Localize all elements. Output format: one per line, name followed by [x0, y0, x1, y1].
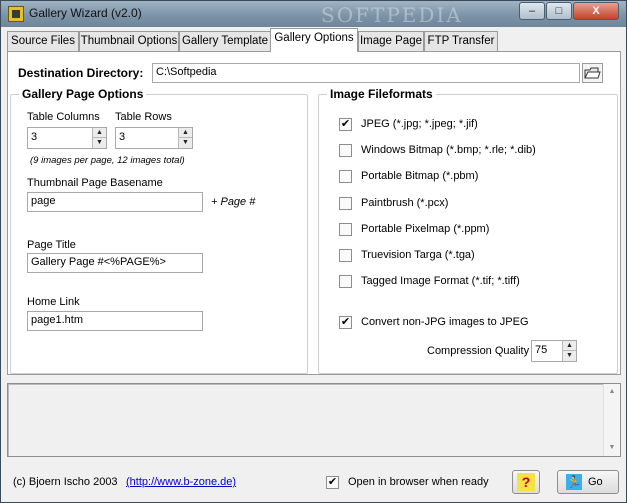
vertical-scrollbar[interactable]: ▲ ▼: [603, 384, 620, 456]
image-fileformats-group: Image Fileformats ✔ JPEG (*.jpg; *.jpeg;…: [318, 87, 618, 374]
homepage-link[interactable]: (http://www.b-zone.de): [126, 476, 236, 488]
home-link-input[interactable]: page1.htm: [27, 311, 203, 331]
images-summary: (9 images per page, 12 images total): [30, 155, 185, 166]
format-label: JPEG (*.jpg; *.jpeg; *.jif): [361, 118, 478, 130]
table-rows-label: Table Rows: [115, 111, 172, 123]
format-label: Windows Bitmap (*.bmp; *.rle; *.dib): [361, 144, 536, 156]
window-title: Gallery Wizard (v2.0): [29, 6, 142, 20]
maximize-button[interactable]: □: [546, 2, 572, 20]
gallery-page-options-group: Gallery Page Options Table Columns 3 ▲ ▼…: [10, 87, 308, 374]
watermark-text: SOFTPEDIA: [321, 3, 463, 27]
help-icon: ?: [517, 473, 535, 491]
table-columns-label: Table Columns: [27, 111, 100, 123]
table-columns-value: 3: [31, 131, 38, 143]
checkbox-box[interactable]: [339, 249, 352, 262]
tab-gallery-template[interactable]: Gallery Template: [179, 31, 271, 51]
home-link-label: Home Link: [27, 296, 80, 308]
scroll-down-icon[interactable]: ▼: [604, 440, 620, 456]
destination-input[interactable]: C:\Softpedia: [152, 63, 580, 83]
basename-input[interactable]: page: [27, 192, 203, 212]
spin-down-icon[interactable]: ▼: [563, 351, 576, 361]
compression-quality-value: 75: [535, 344, 548, 356]
running-man-icon: 🏃: [566, 474, 582, 490]
format-label: Paintbrush (*.pcx): [361, 197, 449, 209]
destination-label: Destination Directory:: [18, 66, 144, 80]
checkbox-box[interactable]: ✔: [339, 118, 352, 131]
spin-up-icon[interactable]: ▲: [563, 341, 576, 351]
checkbox-box[interactable]: ✔: [326, 476, 339, 489]
log-output-area[interactable]: ▲ ▼: [7, 383, 621, 457]
spin-up-icon[interactable]: ▲: [93, 128, 106, 138]
table-rows-value: 3: [119, 131, 126, 143]
table-rows-spinner[interactable]: 3 ▲ ▼: [115, 127, 193, 149]
checkbox-box[interactable]: [339, 197, 352, 210]
format-label: Truevision Targa (*.tga): [361, 249, 475, 261]
compression-quality-label: Compression Quality: [427, 345, 530, 357]
basename-suffix: + Page #: [211, 196, 256, 208]
basename-label: Thumbnail Page Basename: [27, 177, 163, 189]
tab-source-files[interactable]: Source Files: [7, 31, 79, 51]
checkbox-box[interactable]: ✔: [339, 316, 352, 329]
open-in-browser-label: Open in browser when ready: [348, 476, 489, 488]
table-columns-spinner[interactable]: 3 ▲ ▼: [27, 127, 107, 149]
format-label: Portable Bitmap (*.pbm): [361, 170, 479, 182]
spin-up-icon[interactable]: ▲: [179, 128, 192, 138]
page-title-input[interactable]: Gallery Page #<%PAGE%>: [27, 253, 203, 273]
go-button[interactable]: 🏃 Go: [557, 470, 619, 494]
table-columns-spin-buttons[interactable]: ▲ ▼: [92, 128, 106, 148]
tab-thumbnail-options[interactable]: Thumbnail Options: [79, 31, 179, 51]
gallery-wizard-window: Gallery Wizard (v2.0) SOFTPEDIA – □ X So…: [0, 0, 627, 503]
spin-down-icon[interactable]: ▼: [179, 138, 192, 148]
gallery-page-options-title: Gallery Page Options: [19, 87, 147, 101]
format-label: Tagged Image Format (*.tif; *.tiff): [361, 275, 520, 287]
gallery-options-panel: Destination Directory: C:\Softpedia Gall…: [7, 51, 621, 375]
convert-label: Convert non-JPG images to JPEG: [361, 316, 529, 328]
checkbox-box[interactable]: [339, 144, 352, 157]
page-title-label: Page Title: [27, 239, 76, 251]
tab-ftp-transfer[interactable]: FTP Transfer: [424, 31, 498, 51]
title-bar: Gallery Wizard (v2.0) SOFTPEDIA – □ X: [1, 1, 626, 27]
copyright-text: (c) Bjoern Ischo 2003: [13, 476, 118, 488]
compression-spin-buttons[interactable]: ▲ ▼: [562, 341, 576, 361]
checkbox-box[interactable]: [339, 275, 352, 288]
minimize-button[interactable]: –: [519, 2, 545, 20]
go-label: Go: [588, 476, 603, 488]
checkbox-box[interactable]: [339, 170, 352, 183]
browse-folder-button[interactable]: [582, 63, 603, 83]
tab-image-page[interactable]: Image Page: [358, 31, 424, 51]
help-button[interactable]: ?: [512, 470, 540, 494]
checkbox-box[interactable]: [339, 223, 352, 236]
close-button[interactable]: X: [573, 2, 619, 20]
spin-down-icon[interactable]: ▼: [93, 138, 106, 148]
tab-gallery-options[interactable]: Gallery Options: [270, 28, 358, 52]
app-icon: [8, 6, 24, 22]
image-fileformats-title: Image Fileformats: [327, 87, 436, 101]
scroll-up-icon[interactable]: ▲: [604, 384, 620, 400]
folder-icon: [584, 67, 601, 79]
table-rows-spin-buttons[interactable]: ▲ ▼: [178, 128, 192, 148]
compression-quality-spinner[interactable]: 75 ▲ ▼: [531, 340, 577, 362]
format-label: Portable Pixelmap (*.ppm): [361, 223, 490, 235]
